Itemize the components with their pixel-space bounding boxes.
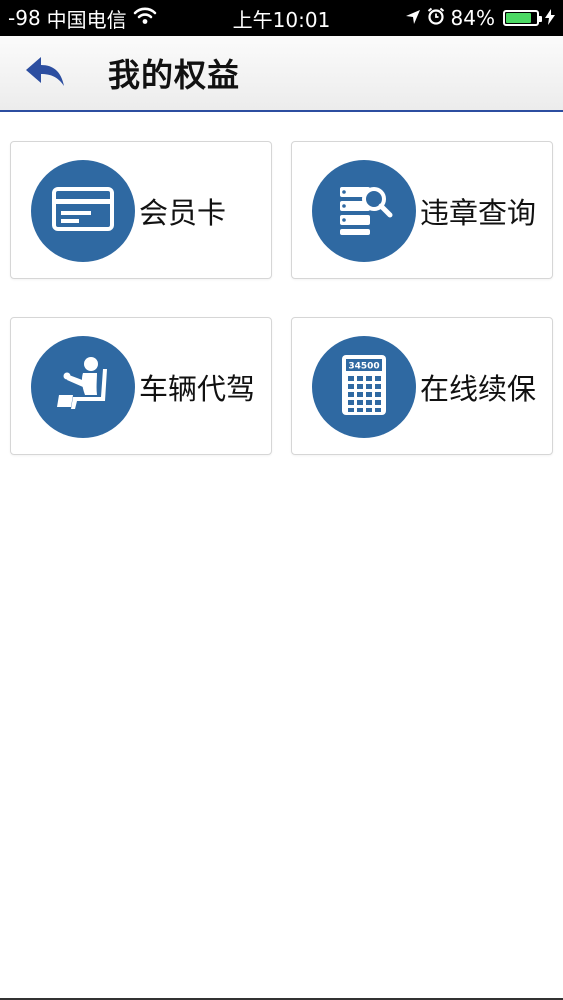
tile-label: 在线续保 xyxy=(420,372,537,406)
violation-search-icon xyxy=(332,181,396,241)
tile-label: 违章查询 xyxy=(420,196,537,230)
calculator-icon-circle: 34500 xyxy=(312,336,416,438)
tile-label: 会员卡 xyxy=(139,196,227,230)
driver-seat-icon xyxy=(51,355,115,419)
battery-cap xyxy=(539,16,542,22)
back-arrow-icon xyxy=(24,55,66,93)
battery-percent: 84% xyxy=(450,6,495,30)
page-title: 我的权益 xyxy=(108,56,241,94)
tile-online-renewal[interactable]: 34500 在线续保 xyxy=(291,317,553,455)
tile-membership-card[interactable]: 会员卡 xyxy=(10,141,272,279)
calculator-icon: 34500 xyxy=(341,354,387,420)
tile-label: 车辆代驾 xyxy=(139,372,256,406)
battery-icon xyxy=(503,10,542,26)
alarm-clock-icon xyxy=(427,6,445,30)
navigation-bar: 我的权益 xyxy=(0,36,563,112)
status-time: 上午10:01 xyxy=(232,7,331,32)
charging-bolt-icon xyxy=(545,6,555,30)
driver-seat-icon-circle xyxy=(31,336,135,438)
status-right: 84% xyxy=(405,0,555,36)
status-bar: -98 中国电信 上午10:01 84% xyxy=(0,0,563,36)
membership-card-icon-circle xyxy=(31,160,135,262)
membership-card-icon xyxy=(51,185,115,237)
tile-violation-query[interactable]: 违章查询 xyxy=(291,141,553,279)
back-button[interactable] xyxy=(22,54,68,94)
violation-search-icon-circle xyxy=(312,160,416,262)
battery-level-fill xyxy=(506,13,531,23)
calculator-display-text: 34500 xyxy=(348,362,379,372)
location-arrow-icon xyxy=(405,6,421,30)
tile-designated-driving[interactable]: 车辆代驾 xyxy=(10,317,272,455)
